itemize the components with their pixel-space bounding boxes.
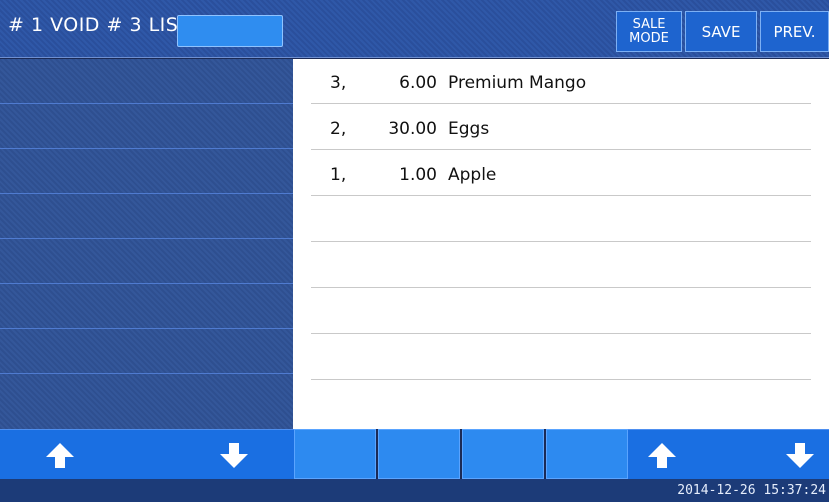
list-item[interactable] <box>311 335 811 380</box>
item-name: Eggs <box>448 119 490 139</box>
left-panel-row <box>0 194 293 239</box>
left-panel-row <box>0 329 293 374</box>
left-panel-row <box>0 284 293 329</box>
arrow-up-icon[interactable] <box>44 439 76 471</box>
function-key-2[interactable] <box>378 429 460 479</box>
left-panel-row <box>0 149 293 194</box>
list-item[interactable]: 2, 30.00 Eggs <box>311 105 811 150</box>
datetime-display: 2014-12-26 15:37:24 <box>677 483 826 498</box>
header-bar: # 1 VOID # 3 LIS SALE MODE SAVE PREV. <box>0 0 829 58</box>
function-key-4[interactable] <box>546 429 628 479</box>
list-item[interactable]: 1, 1.00 Apple <box>311 151 811 196</box>
save-button[interactable]: SAVE <box>685 11 757 52</box>
arrow-down-icon[interactable] <box>218 439 250 471</box>
arrow-down-icon[interactable] <box>784 439 816 471</box>
left-panel-row <box>0 104 293 149</box>
left-panel-row <box>0 59 293 104</box>
item-index: 2, <box>330 119 347 139</box>
left-scroll-controls <box>0 429 294 479</box>
item-name: Apple <box>448 165 497 185</box>
function-key-1[interactable] <box>294 429 376 479</box>
prev-button[interactable]: PREV. <box>760 11 829 52</box>
sale-mode-button[interactable]: SALE MODE <box>616 11 682 52</box>
left-panel-row <box>0 239 293 284</box>
page-title: # 1 VOID # 3 LIS <box>8 14 179 36</box>
item-list: 3, 6.00 Premium Mango 2, 30.00 Eggs 1, 1… <box>293 59 829 429</box>
list-item[interactable] <box>311 381 811 426</box>
item-name: Premium Mango <box>448 73 587 93</box>
list-item[interactable] <box>311 243 811 288</box>
left-panel-row <box>0 374 293 419</box>
function-key-3[interactable] <box>462 429 544 479</box>
bottom-bar <box>0 429 829 479</box>
list-item[interactable] <box>311 289 811 334</box>
item-quantity: 1.00 <box>399 165 437 185</box>
right-scroll-controls <box>628 429 829 479</box>
arrow-up-icon[interactable] <box>646 439 678 471</box>
status-bar: 2014-12-26 15:37:24 <box>0 479 829 502</box>
list-item[interactable]: 3, 6.00 Premium Mango <box>311 59 811 104</box>
item-quantity: 30.00 <box>388 119 437 139</box>
list-item[interactable] <box>311 197 811 242</box>
title-input-field[interactable] <box>177 15 283 47</box>
item-index: 3, <box>330 73 347 93</box>
left-panel <box>0 59 293 429</box>
item-quantity: 6.00 <box>399 73 437 93</box>
item-index: 1, <box>330 165 347 185</box>
